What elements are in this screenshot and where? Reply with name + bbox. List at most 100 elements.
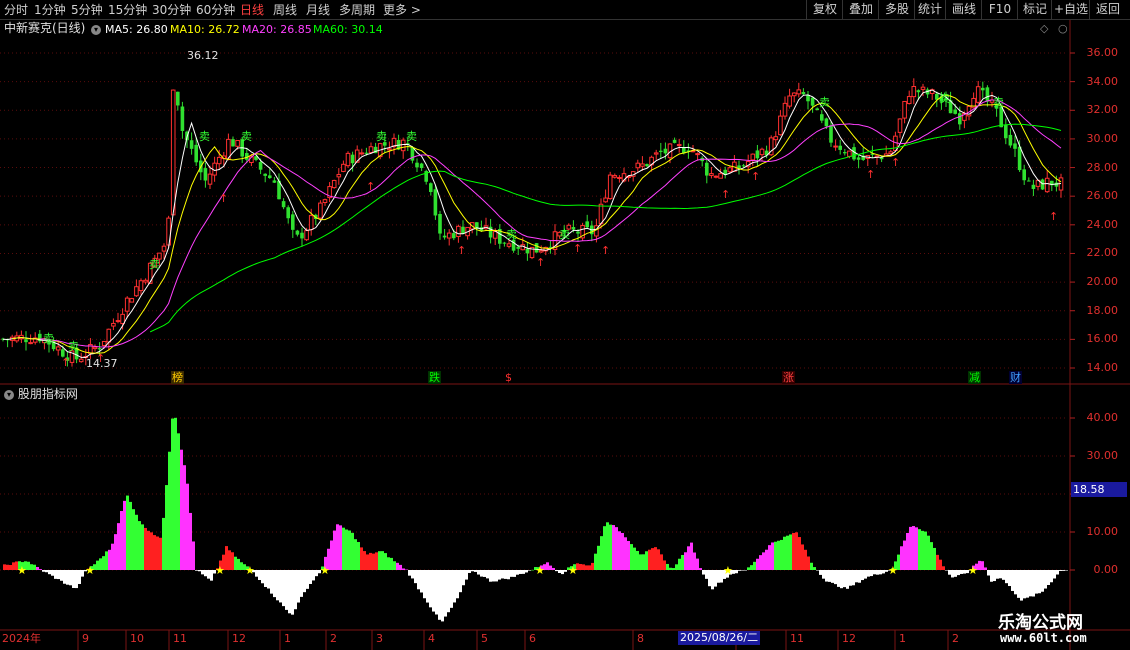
- chart-canvas[interactable]: ★ ★ ★ ★ ★ ★ ★ ★ ★ ★: [0, 20, 1130, 650]
- indicator-bar: [525, 570, 528, 573]
- sell-signal: 卖: [819, 96, 830, 109]
- indicator-bar: [882, 570, 885, 574]
- mark-button[interactable]: 标记: [1017, 0, 1052, 19]
- diamond-icon[interactable]: ◇: [1040, 22, 1048, 35]
- indicator-bar: [1014, 570, 1017, 595]
- period-tab-1min[interactable]: 1分钟: [34, 1, 66, 18]
- candle: [483, 217, 489, 231]
- expand-icon[interactable]: ○: [1058, 22, 1068, 35]
- period-tab-weekly[interactable]: 周线: [273, 1, 297, 18]
- indicator-bar: [870, 570, 873, 577]
- period-tab-15min[interactable]: 15分钟: [108, 1, 147, 18]
- candle: [1027, 177, 1031, 182]
- indicator-bar: [471, 570, 474, 572]
- indicator-bar: [660, 554, 663, 570]
- indicator-bar: [546, 562, 549, 570]
- indicator-bar: [114, 534, 117, 570]
- indicator-bar: [159, 537, 162, 570]
- indicator-bar: [552, 567, 555, 570]
- indicator-bar: [921, 530, 924, 570]
- period-tab-60min[interactable]: 60分钟: [196, 1, 235, 18]
- star-icon: ★: [968, 564, 978, 577]
- indicator-bar: [912, 526, 915, 570]
- period-tab-daily[interactable]: 日线: [240, 1, 264, 18]
- settings-icon[interactable]: ▾: [91, 23, 101, 36]
- indicator-bar: [744, 570, 747, 571]
- star-icon: ★: [17, 564, 27, 577]
- statistics-button[interactable]: 统计: [914, 0, 945, 19]
- star-icon: ★: [888, 564, 898, 577]
- indicator-bar: [447, 570, 450, 613]
- indicator-bar: [765, 549, 768, 570]
- event-drop-marker[interactable]: 跌: [428, 371, 441, 384]
- candle: [442, 228, 447, 240]
- event-reduce-marker[interactable]: 减: [968, 371, 981, 384]
- star-icon: ★: [245, 564, 255, 577]
- indicator-bar: [558, 570, 561, 573]
- indicator-bar: [909, 526, 912, 570]
- indicator-settings-icon[interactable]: ▾: [4, 389, 14, 400]
- period-tab-30min[interactable]: 30分钟: [152, 1, 191, 18]
- indicator-bar: [174, 417, 177, 570]
- candle: [897, 118, 903, 138]
- event-finance-marker[interactable]: 财: [1009, 371, 1022, 384]
- ma-line: [39, 99, 1062, 348]
- indicator-bar: [612, 525, 615, 570]
- candle: [1044, 170, 1050, 193]
- period-tab-5min[interactable]: 5分钟: [71, 1, 103, 18]
- candle: [322, 198, 328, 206]
- sell-signal: 卖: [68, 340, 79, 353]
- event-dividend-marker[interactable]: $: [504, 371, 513, 384]
- candle: [318, 200, 323, 221]
- candle: [713, 175, 719, 179]
- ma10-value: MA10: 26.72: [170, 23, 240, 36]
- candle: [820, 110, 824, 124]
- indicator-bar: [162, 517, 165, 570]
- event-list-marker[interactable]: 榜: [171, 371, 184, 384]
- indicator-bar: [915, 527, 918, 570]
- f10-button[interactable]: F10: [981, 0, 1018, 19]
- overlay-button[interactable]: 叠加: [842, 0, 879, 19]
- mark-label: 标记: [1022, 2, 1047, 16]
- restore-rights-button[interactable]: 复权: [806, 0, 843, 19]
- indicator-bar: [234, 556, 237, 570]
- candle: [755, 144, 760, 167]
- candle: [479, 220, 484, 232]
- indicator-bar: [681, 554, 684, 570]
- month-label: 12: [842, 632, 856, 645]
- buy-signal: ↑: [536, 256, 546, 269]
- back-button[interactable]: 返回: [1089, 0, 1126, 19]
- indicator-bar: [1047, 570, 1050, 586]
- draw-line-button[interactable]: 画线: [945, 0, 982, 19]
- add-watchlist-button[interactable]: +自选: [1051, 0, 1090, 19]
- indicator-bar: [453, 570, 456, 603]
- indicator-bar: [300, 570, 303, 597]
- period-tab-fenshi[interactable]: 分时: [4, 1, 28, 18]
- price-tick-label: 22.00: [1086, 246, 1119, 260]
- indicator-bar: [789, 534, 792, 570]
- event-rise-marker[interactable]: 涨: [782, 371, 795, 384]
- period-tab-monthly[interactable]: 月线: [306, 1, 330, 18]
- period-tab-multi[interactable]: 多周期: [339, 1, 375, 18]
- price-tick-label: 26.00: [1086, 189, 1119, 203]
- candle: [433, 185, 438, 220]
- more-menu[interactable]: 更多 >: [383, 1, 421, 18]
- indicator-bar: [987, 570, 990, 576]
- indicator-bar: [144, 527, 147, 570]
- star-icon: ★: [320, 564, 330, 577]
- buy-signal: ↑: [751, 170, 761, 183]
- price-tick-label: 14.00: [1086, 361, 1119, 374]
- indicator-bar: [264, 570, 267, 587]
- indicator-bar: [795, 532, 798, 570]
- candle: [806, 90, 810, 110]
- indicator-bar: [36, 566, 39, 570]
- indicator-bar: [183, 465, 186, 570]
- indicator-bar: [636, 550, 639, 570]
- indicator-bar: [441, 570, 444, 622]
- indicator-bar: [171, 418, 174, 570]
- multi-stock-button[interactable]: 多股: [878, 0, 915, 19]
- indicator-bar: [651, 548, 654, 570]
- indicator-bar: [792, 532, 795, 570]
- indicator-bar: [210, 570, 213, 581]
- indicator-bar: [1011, 570, 1014, 591]
